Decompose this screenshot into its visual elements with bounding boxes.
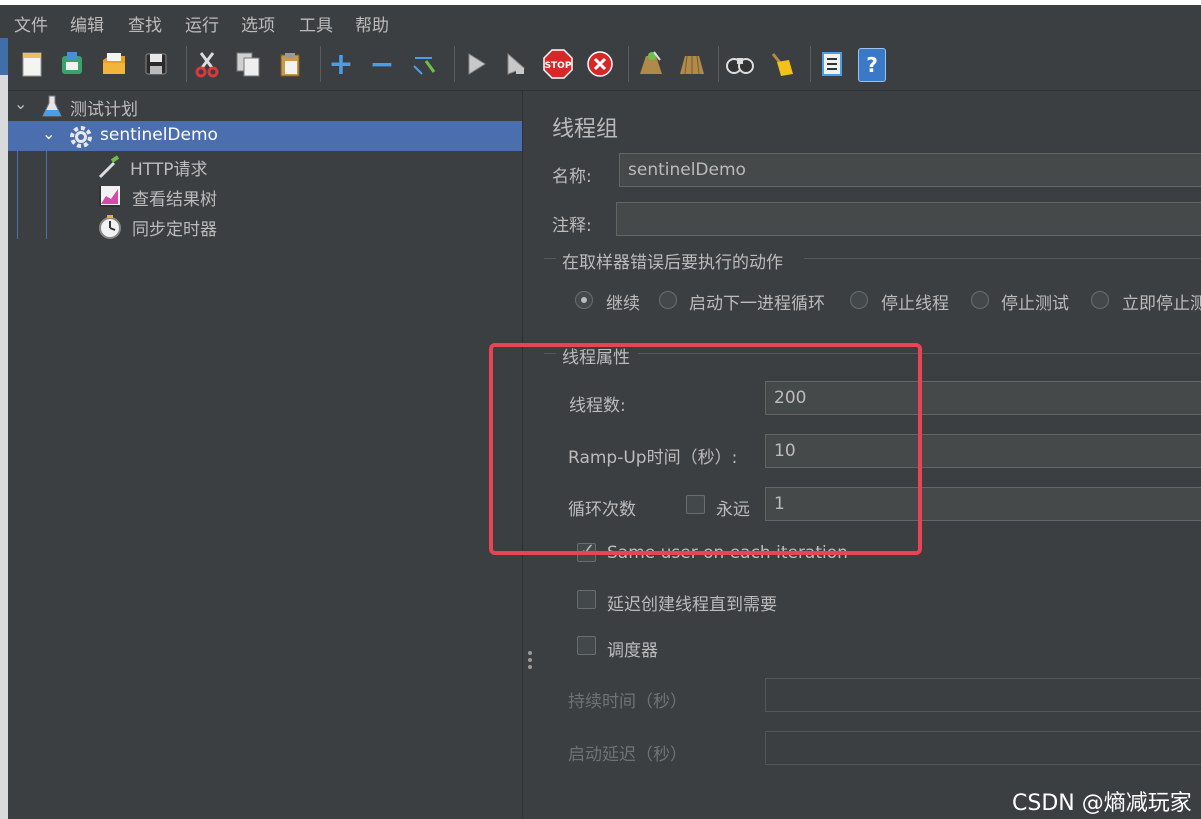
copy-icon[interactable]: [232, 48, 264, 80]
chevron-down-icon[interactable]: ⌄: [14, 94, 27, 113]
shutdown-icon[interactable]: [584, 48, 616, 80]
duration-field[interactable]: [765, 678, 1201, 712]
name-field[interactable]: sentinelDemo: [619, 153, 1201, 187]
comment-field[interactable]: [616, 202, 1201, 236]
gear-icon: [68, 124, 94, 154]
clear-all-icon[interactable]: [675, 48, 707, 80]
function-helper-icon[interactable]: [816, 48, 848, 80]
radio-stop-test-now[interactable]: [1091, 291, 1109, 309]
menu-options[interactable]: 选项: [241, 11, 275, 36]
radio-stop-thread-label: 停止线程: [881, 294, 949, 314]
error-action-group-title: 在取样器错误后要执行的动作: [562, 253, 783, 273]
toggle-icon[interactable]: [408, 48, 440, 80]
test-plan-tree: ⌄ 测试计划 ⌄ sentinelDemo HTTP请求 查看结果树 同步定时器: [8, 91, 522, 819]
radio-stop-test-now-label: 立即停止测: [1122, 294, 1201, 314]
delay-thread-creation-checkbox[interactable]: [577, 590, 596, 609]
tree-item-http-request[interactable]: HTTP请求: [8, 151, 522, 181]
help-icon[interactable]: ?: [858, 48, 886, 82]
comment-label: 注释:: [552, 216, 592, 236]
menu-bar: 文件 编辑 查找 运行 选项 工具 帮助: [0, 5, 1201, 38]
radio-stop-test[interactable]: [971, 291, 989, 309]
toolbar: + − STOP ?: [8, 38, 1201, 91]
reset-search-icon[interactable]: [765, 48, 797, 80]
paste-icon[interactable]: [274, 48, 306, 80]
radio-start-next-loop-label: 启动下一进程循环: [689, 294, 825, 314]
search-icon[interactable]: [724, 48, 756, 80]
menu-edit[interactable]: 编辑: [70, 11, 104, 36]
scheduler-label: 调度器: [607, 641, 658, 661]
timer-icon: [97, 214, 123, 244]
open-icon[interactable]: [98, 48, 130, 80]
start-icon[interactable]: [460, 48, 492, 80]
watermark: CSDN @熵减玩家: [1012, 791, 1192, 816]
delay-thread-creation-label: 延迟创建线程直到需要: [607, 595, 777, 615]
menu-help[interactable]: 帮助: [355, 11, 389, 36]
tree-label-sync-timer: 同步定时器: [132, 220, 217, 240]
radio-stop-thread[interactable]: [850, 291, 868, 309]
name-label: 名称:: [552, 167, 592, 187]
tree-item-view-results[interactable]: 查看结果树: [8, 181, 522, 211]
tree-item-thread-group[interactable]: ⌄ sentinelDemo: [8, 121, 522, 151]
new-icon[interactable]: [16, 48, 48, 80]
menu-search[interactable]: 查找: [128, 11, 162, 36]
duration-label: 持续时间（秒）: [568, 692, 687, 712]
stop-icon[interactable]: STOP: [542, 48, 574, 80]
radio-continue-label: 继续: [606, 294, 640, 314]
menu-tools[interactable]: 工具: [299, 11, 333, 36]
chevron-down-icon[interactable]: ⌄: [42, 124, 55, 143]
tree-label-test-plan: 测试计划: [70, 100, 138, 120]
test-plan-icon: [42, 94, 62, 122]
templates-icon[interactable]: [56, 48, 88, 80]
clear-icon[interactable]: [634, 48, 666, 80]
cut-icon[interactable]: [191, 48, 223, 80]
save-icon[interactable]: [140, 48, 172, 80]
radio-continue[interactable]: [575, 291, 593, 309]
menu-run[interactable]: 运行: [185, 11, 219, 36]
graph-listener-icon: [98, 184, 122, 212]
menu-file[interactable]: 文件: [14, 11, 48, 36]
expand-icon[interactable]: +: [325, 47, 357, 82]
tree-label-http-request: HTTP请求: [130, 160, 208, 180]
tree-item-test-plan[interactable]: ⌄ 测试计划: [8, 91, 522, 121]
tree-item-sync-timer[interactable]: 同步定时器: [8, 211, 522, 241]
svg-text:STOP: STOP: [545, 61, 572, 71]
radio-stop-test-label: 停止测试: [1001, 294, 1069, 314]
background-window-edge: [0, 5, 8, 819]
radio-start-next-loop[interactable]: [659, 291, 677, 309]
scheduler-checkbox[interactable]: [577, 636, 596, 655]
collapse-icon[interactable]: −: [366, 47, 398, 82]
startup-delay-field[interactable]: [765, 731, 1201, 765]
start-no-pause-icon[interactable]: [500, 48, 532, 80]
panel-title: 线程组: [552, 117, 619, 142]
startup-delay-label: 启动延迟（秒）: [568, 745, 687, 765]
highlight-annotation-box: [489, 343, 922, 555]
tree-label-view-results: 查看结果树: [132, 190, 217, 210]
tree-label-thread-group: sentinelDemo: [100, 125, 218, 145]
sampler-pipette-icon: [96, 154, 122, 184]
